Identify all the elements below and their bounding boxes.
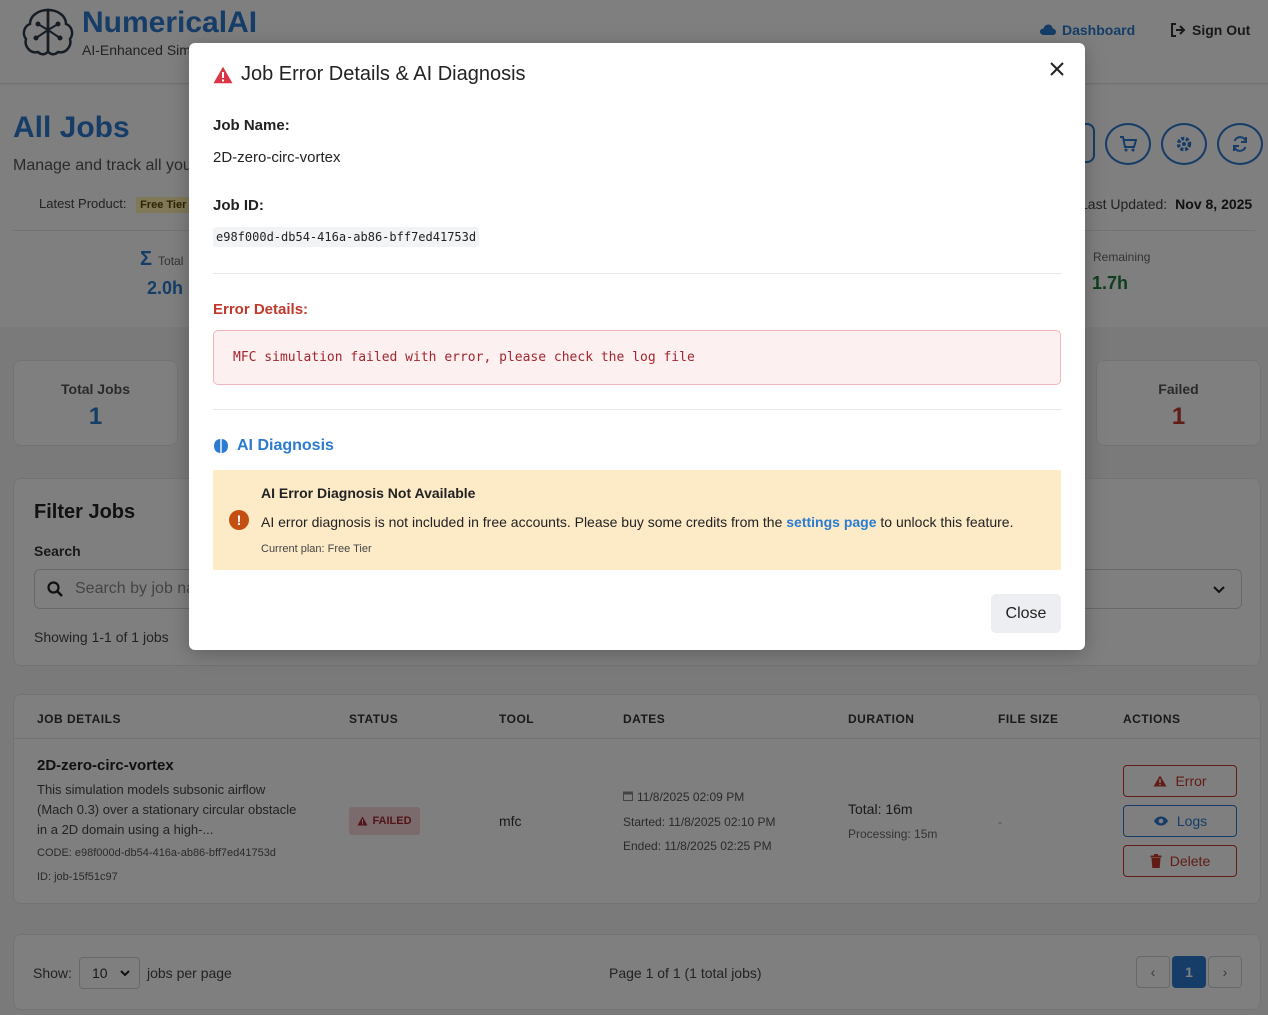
error-details-label: Error Details: [213, 301, 309, 318]
ai-alert-message: AI error diagnosis is not included in fr… [261, 514, 1013, 530]
job-name-label: Job Name: [213, 117, 290, 134]
divider [213, 273, 1061, 274]
ai-alert-message-text: AI error diagnosis is not included in fr… [261, 514, 787, 530]
current-plan-text: Current plan: Free Tier [261, 543, 372, 555]
ai-diagnosis-heading: AI Diagnosis [213, 437, 334, 455]
modal-close-icon[interactable] [1045, 57, 1069, 81]
job-name-value: 2D-zero-circ-vortex [213, 149, 341, 166]
exclamation-icon: ! [229, 510, 249, 530]
ai-diagnosis-alert: ! AI Error Diagnosis Not Available AI er… [213, 470, 1061, 570]
ai-alert-heading: AI Error Diagnosis Not Available [261, 485, 476, 501]
error-details-modal: Job Error Details & AI Diagnosis Job Nam… [189, 43, 1085, 650]
close-icon [1050, 62, 1064, 76]
brain-icon [214, 439, 228, 453]
close-button[interactable]: Close [991, 594, 1061, 633]
warning-icon [213, 66, 233, 83]
error-message-box: MFC simulation failed with error, please… [213, 330, 1061, 385]
ai-alert-message-suffix: to unlock this feature. [876, 514, 1014, 530]
job-id-label: Job ID: [213, 197, 264, 214]
divider [213, 409, 1061, 410]
modal-title-text: Job Error Details & AI Diagnosis [241, 63, 526, 85]
modal-title: Job Error Details & AI Diagnosis [213, 63, 526, 86]
ai-diagnosis-title: AI Diagnosis [237, 437, 334, 454]
settings-page-link[interactable]: settings page [786, 514, 876, 530]
job-id-value: e98f000d-db54-416a-ab86-bff7ed41753d [213, 227, 480, 247]
